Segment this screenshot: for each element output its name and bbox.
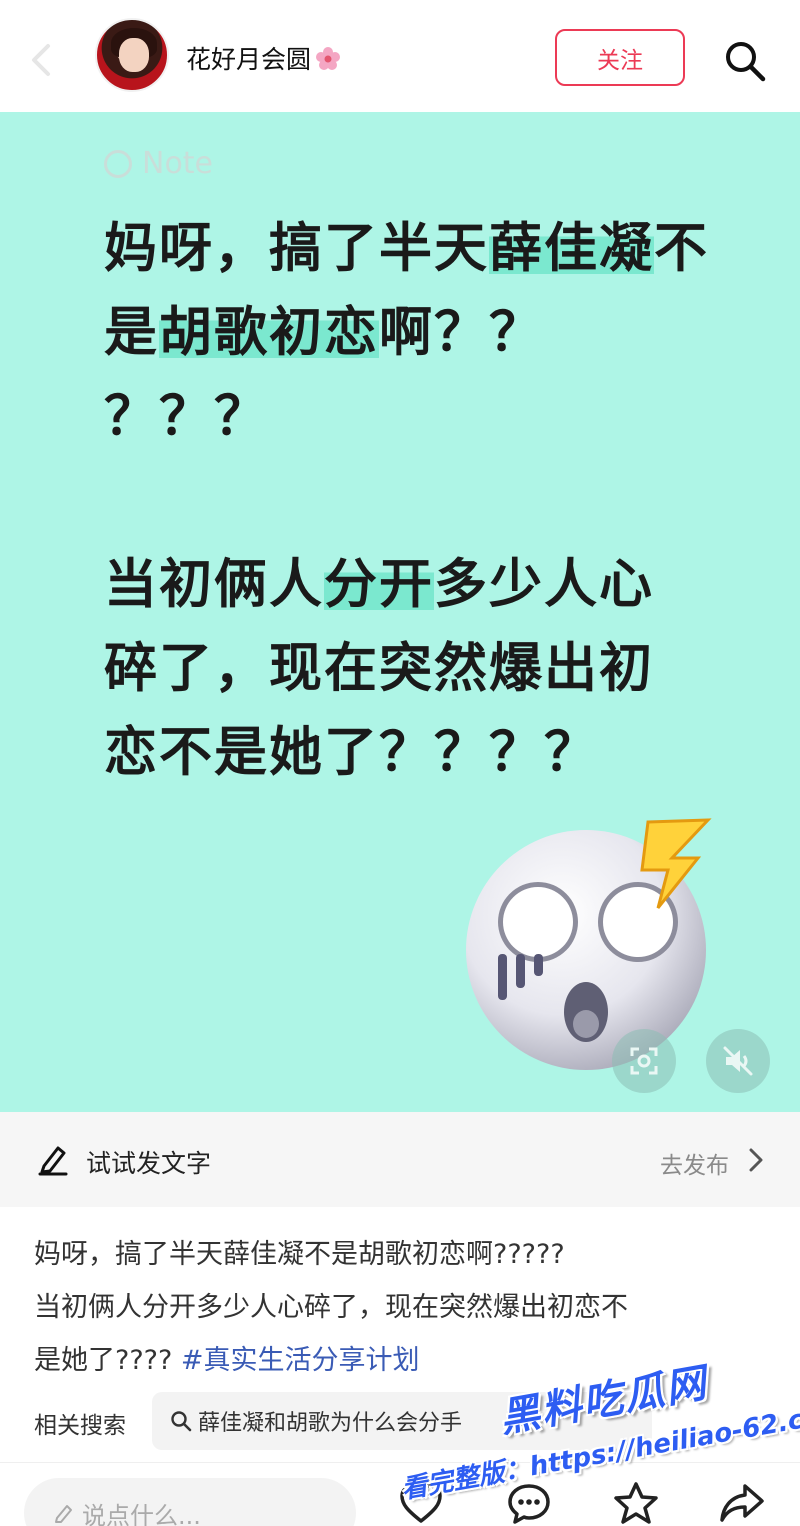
pen-icon <box>55 1505 72 1523</box>
flower-icon <box>316 47 341 70</box>
top-bar: 花好月会圆 关注 <box>0 0 800 112</box>
caption-line: 妈呀，搞了半天薛佳凝不是胡歌初恋啊????? <box>34 1239 565 1270</box>
pen-icon <box>38 1146 68 1176</box>
note-text-segment: 当初俩人 <box>104 554 324 615</box>
search-icon <box>171 1411 192 1432</box>
related-search-label: 相关搜索 <box>34 1413 126 1439</box>
try-post-label: 试试发文字 <box>86 1149 212 1178</box>
caption-line: 是她了???? <box>34 1345 181 1376</box>
scan-icon <box>630 1047 658 1075</box>
chevron-right-icon <box>749 1148 763 1172</box>
note-tag: Note <box>104 146 213 181</box>
avatar[interactable] <box>95 18 169 92</box>
search-icon[interactable] <box>721 37 769 85</box>
note-highlight: 胡歌初恋 <box>159 302 379 363</box>
follow-label: 关注 <box>597 47 643 74</box>
shocked-face-emoji <box>466 818 712 1070</box>
star-icon[interactable] <box>612 1480 660 1526</box>
note-paragraph-2: 当初俩人分开多少人心 碎了，现在突然爆出初 恋不是她了？？？？ <box>104 543 724 795</box>
note-highlight: 分开 <box>324 554 434 615</box>
caption-line: 当初俩人分开多少人心碎了，现在突然爆出初恋不 <box>34 1292 628 1323</box>
note-ring-icon <box>104 149 132 178</box>
mute-icon <box>723 1046 753 1076</box>
note-paragraph-1: 妈呀，搞了半天薛佳凝不是胡歌初恋啊？？ ？？？ <box>104 207 724 459</box>
mute-button[interactable] <box>706 1029 770 1093</box>
scan-button[interactable] <box>612 1029 676 1093</box>
comment-input[interactable]: 说点什么... <box>24 1478 356 1526</box>
comment-placeholder: 说点什么... <box>82 1501 201 1526</box>
share-icon[interactable] <box>718 1480 766 1526</box>
username[interactable]: 花好月会圆 <box>186 40 341 76</box>
go-post-link[interactable]: 去发布 <box>660 1146 729 1180</box>
username-text: 花好月会圆 <box>186 45 312 74</box>
hashtag-link[interactable]: #真实生活分享计划 <box>181 1345 420 1376</box>
back-icon[interactable] <box>22 40 62 80</box>
related-search-query: 薛佳凝和胡歌为什么会分手 <box>198 1411 463 1436</box>
try-post-bar[interactable]: 试试发文字 去发布 <box>0 1112 800 1207</box>
bottom-divider <box>0 1462 800 1463</box>
note-text: 妈呀，搞了半天薛佳凝不是胡歌初恋啊？？ ？？？ 当初俩人分开多少人心 碎了，现在… <box>104 207 724 795</box>
note-text-segment: 妈呀，搞了半天 <box>104 218 489 279</box>
note-card[interactable]: Note 妈呀，搞了半天薛佳凝不是胡歌初恋啊？？ ？？？ 当初俩人分开多少人心 … <box>0 112 800 1112</box>
note-tag-label: Note <box>142 146 214 181</box>
follow-button[interactable]: 关注 <box>555 29 685 86</box>
note-highlight: 薛佳凝 <box>489 218 654 279</box>
